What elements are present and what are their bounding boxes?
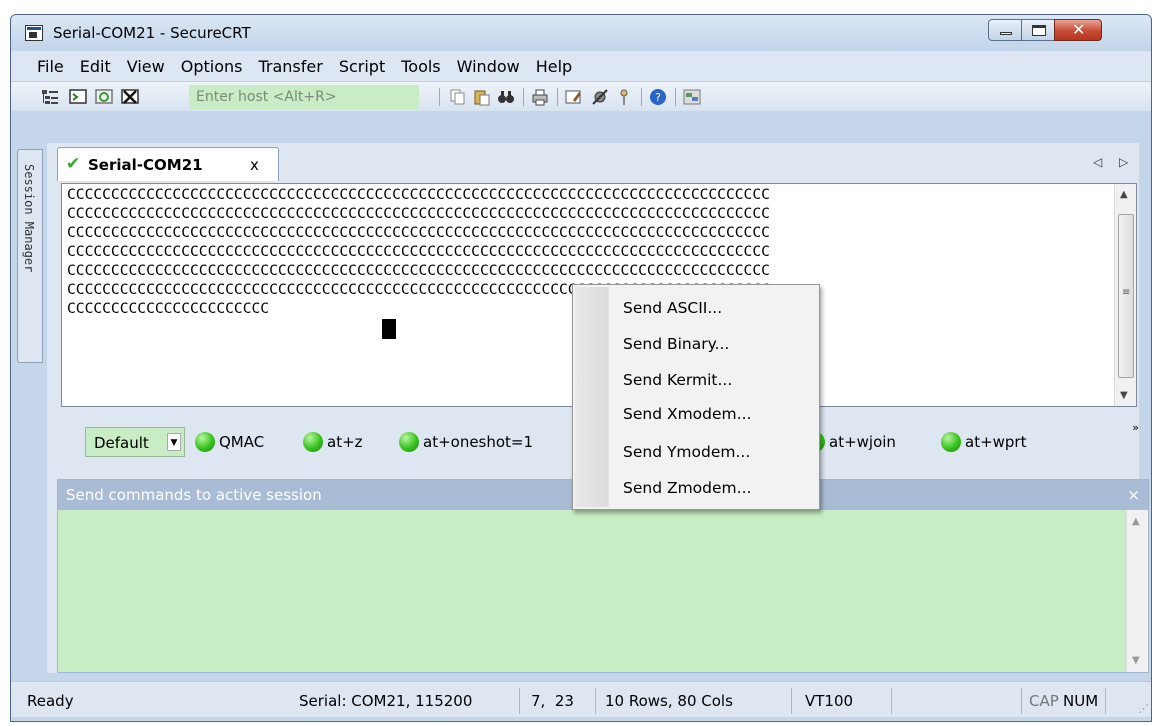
tab-scroll-left-icon[interactable]: ◁ — [1093, 155, 1102, 169]
securecrt-app-icon[interactable] — [25, 25, 43, 41]
connected-check-icon: ✔ — [66, 154, 81, 174]
scroll-down-icon[interactable]: ▼ — [1132, 655, 1140, 666]
toolbar-separator — [675, 88, 676, 106]
button-qmac[interactable]: QMAC — [195, 432, 264, 452]
menu-icon-gutter — [575, 287, 609, 507]
find-icon[interactable] — [497, 88, 515, 106]
status-separator — [595, 688, 596, 714]
reconnect-icon[interactable] — [95, 88, 113, 106]
close-icon: ✕ — [1072, 20, 1086, 39]
sftp-icon[interactable] — [683, 88, 701, 106]
menu-help[interactable]: Help — [536, 57, 572, 76]
status-connection: Serial: COM21, 115200 — [299, 692, 473, 710]
session-manager-tab[interactable]: Session Manager — [17, 149, 43, 363]
copy-icon[interactable] — [449, 88, 467, 106]
scroll-up-icon[interactable]: ▲ — [1132, 516, 1140, 527]
menu-tools[interactable]: Tools — [401, 57, 440, 76]
button-at-wprt[interactable]: at+wprt — [941, 432, 1026, 452]
scroll-down-icon[interactable]: ▼ — [1120, 390, 1128, 401]
session-options-icon[interactable] — [565, 88, 583, 106]
menu-script[interactable]: Script — [339, 57, 385, 76]
maximize-icon — [1032, 25, 1046, 36]
enter-host-input[interactable]: Enter host <Alt+R> — [189, 85, 419, 109]
tab-close-button[interactable]: x — [250, 156, 259, 174]
menu-send-ymodem[interactable]: Send Ymodem... — [623, 443, 750, 461]
menu-window[interactable]: Window — [457, 57, 520, 76]
grip-icon: ≡ — [1122, 287, 1131, 298]
button-bar-selector[interactable]: Default ▼ — [85, 427, 185, 457]
status-num-lock: NUM — [1063, 692, 1099, 710]
chevron-down-icon: ▼ — [167, 433, 181, 451]
scroll-up-icon[interactable]: ▲ — [1120, 189, 1128, 200]
green-led-icon — [941, 432, 961, 452]
title-bar[interactable]: Serial-COM21 - SecureCRT ✕ — [11, 15, 1151, 51]
green-led-icon — [195, 432, 215, 452]
button-bar-selector-value: Default — [94, 434, 149, 452]
status-terminal-size: 10 Rows, 80 Cols — [605, 692, 733, 710]
terminal-scrollbar[interactable]: ▲ ≡ ▼ — [1114, 184, 1136, 406]
toolbar-separator — [523, 88, 524, 106]
tab-scroll-right-icon[interactable]: ▷ — [1119, 155, 1128, 169]
menu-edit[interactable]: Edit — [80, 57, 111, 76]
paste-icon[interactable] — [473, 88, 491, 106]
help-icon[interactable]: ? — [649, 88, 667, 106]
status-separator — [1021, 688, 1022, 714]
button-label: at+wjoin — [829, 433, 896, 451]
status-cursor-position: 7, 23 — [531, 692, 574, 710]
button-label: QMAC — [219, 433, 265, 451]
menu-bar: File Edit View Options Transfer Script T… — [11, 51, 1151, 81]
green-led-icon — [303, 432, 323, 452]
global-options-icon[interactable] — [591, 88, 609, 106]
command-window-close-button[interactable]: × — [1127, 480, 1140, 510]
green-led-icon — [399, 432, 419, 452]
menu-send-xmodem[interactable]: Send Xmodem... — [623, 405, 751, 423]
tab-label: Serial-COM21 — [88, 156, 203, 174]
command-window-scrollbar[interactable]: ▲ ▼ — [1126, 510, 1148, 672]
status-separator — [891, 688, 892, 714]
toolbar-separator — [439, 88, 440, 106]
window-title: Serial-COM21 - SecureCRT — [53, 24, 251, 42]
toolbar-separator — [641, 88, 642, 106]
key-icon[interactable] — [615, 88, 633, 106]
menu-send-kermit[interactable]: Send Kermit... — [623, 371, 732, 389]
send-context-menu: Send ASCII... Send Binary... Send Kermit… — [572, 284, 820, 510]
button-label: at+oneshot=1 — [423, 433, 534, 451]
menu-file[interactable]: File — [37, 57, 64, 76]
menu-transfer[interactable]: Transfer — [258, 57, 322, 76]
status-caps-lock: CAP — [1029, 692, 1059, 710]
disconnect-icon[interactable] — [121, 88, 139, 106]
button-at-z[interactable]: at+z — [303, 432, 363, 452]
terminal-cursor — [382, 319, 396, 339]
connect-bar-icon[interactable] — [41, 88, 59, 106]
command-window-title: Send commands to active session — [66, 486, 322, 504]
status-ready: Ready — [27, 692, 74, 710]
maximize-button[interactable] — [1021, 19, 1055, 41]
close-button[interactable]: ✕ — [1054, 19, 1102, 41]
button-label: at+wprt — [965, 433, 1027, 451]
status-emulation: VT100 — [805, 692, 854, 710]
menu-view[interactable]: View — [127, 57, 165, 76]
scrollbar-thumb[interactable]: ≡ — [1118, 214, 1134, 378]
svg-text:?: ? — [655, 91, 661, 104]
status-separator — [519, 688, 520, 714]
status-bar: Ready Serial: COM21, 115200 7, 23 10 Row… — [11, 681, 1151, 717]
menu-send-binary[interactable]: Send Binary... — [623, 335, 729, 353]
more-buttons-icon[interactable]: » — [1132, 421, 1139, 434]
status-separator — [1105, 688, 1106, 714]
menu-options[interactable]: Options — [181, 57, 243, 76]
menu-send-zmodem[interactable]: Send Zmodem... — [623, 479, 751, 497]
minimize-button[interactable] — [988, 19, 1022, 41]
menu-send-ascii[interactable]: Send ASCII... — [623, 299, 722, 317]
toolbar-separator — [557, 88, 558, 106]
resize-grip-icon[interactable]: ⋰ — [1138, 702, 1149, 715]
minimize-icon — [1000, 32, 1012, 35]
toolbar: Enter host <Alt+R> ? — [11, 81, 1151, 111]
button-at-oneshot[interactable]: at+oneshot=1 — [399, 432, 533, 452]
quick-connect-icon[interactable] — [69, 88, 87, 106]
print-icon[interactable] — [531, 88, 549, 106]
session-manager-label: Session Manager — [22, 164, 36, 273]
tab-serial-com21[interactable]: ✔ Serial-COM21 x — [57, 147, 279, 181]
status-separator — [791, 688, 792, 714]
button-label: at+z — [327, 433, 363, 451]
